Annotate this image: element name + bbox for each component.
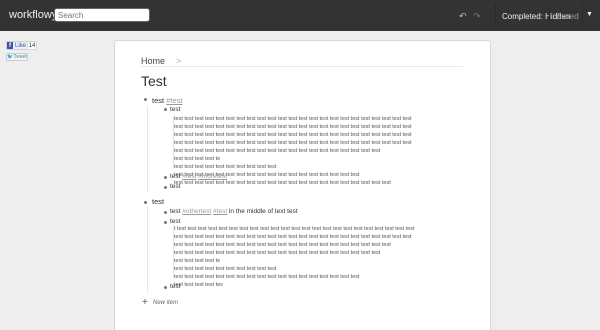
like-label: Like [15, 43, 27, 49]
list-item[interactable]: test #test #moretest [170, 173, 227, 180]
top-bar: workflowy ↶ ↷ Completed: Hidden Saved ▼ [0, 0, 600, 31]
outline-guide-line [147, 206, 148, 292]
facebook-like-button[interactable]: f Like [6, 41, 30, 50]
item-text: test [152, 96, 167, 105]
breadcrumb-home[interactable]: Home [141, 56, 165, 66]
item-note-line[interactable]: test test test test test test test test … [174, 116, 412, 122]
bullet-icon[interactable] [164, 108, 167, 111]
tag-link[interactable]: #test [166, 96, 182, 105]
item-note-line[interactable]: test test test test test test test test … [174, 180, 391, 186]
item-note-line[interactable]: test test test test test test test test … [174, 164, 276, 170]
toolbar-divider [495, 4, 496, 27]
like-count: 14 [27, 41, 37, 50]
item-note-line[interactable]: test test test test test test test test … [174, 234, 412, 240]
search-input[interactable] [54, 8, 150, 22]
item-note-line[interactable]: test test test test test test test test … [174, 124, 412, 130]
item-note-line[interactable]: test test test test test test test test … [174, 242, 391, 248]
plus-icon[interactable]: + [142, 297, 148, 308]
list-item[interactable]: test [170, 106, 180, 113]
tweet-button[interactable]: 🐦Tweet [6, 53, 28, 61]
tweet-label: Tweet [13, 54, 27, 60]
list-item[interactable]: test #othertest #test in the middle of t… [170, 208, 298, 215]
workflowy-logo[interactable]: workflowy [9, 9, 57, 21]
redo-icon[interactable]: ↷ [473, 11, 481, 22]
item-note-line[interactable]: test test test test test test test test … [174, 250, 380, 256]
outline-guide-line [147, 106, 148, 193]
tag-link[interactable]: #test [182, 173, 196, 180]
breadcrumb-arrow-icon: > [176, 56, 182, 66]
tag-link[interactable]: #othertest [182, 208, 211, 215]
new-item-button[interactable]: New item [153, 300, 178, 306]
tag-link[interactable]: #test [213, 208, 227, 215]
undo-icon[interactable]: ↶ [459, 11, 467, 22]
bullet-icon[interactable] [144, 201, 147, 204]
bullet-icon[interactable] [164, 176, 167, 179]
list-item[interactable]: test [170, 183, 180, 190]
item-text: test [170, 208, 183, 215]
list-item[interactable]: test [170, 218, 180, 225]
toolbar-divider [549, 4, 550, 27]
bullet-icon[interactable] [164, 211, 167, 214]
item-text: test [170, 173, 183, 180]
list-item[interactable]: test #test [152, 96, 182, 105]
item-note-line[interactable]: test test test test test test test test … [174, 274, 360, 280]
bullet-icon[interactable] [164, 286, 167, 289]
item-note-line[interactable]: t test test test test test test test tes… [174, 226, 415, 232]
bullet-icon[interactable] [164, 186, 167, 189]
item-note-line[interactable]: test test test test tes [174, 282, 223, 288]
page-title[interactable]: Test [141, 73, 167, 89]
dropdown-arrow-icon[interactable]: ▼ [586, 11, 593, 18]
item-text: in the middle of text test [227, 208, 298, 215]
list-item[interactable]: test [170, 283, 180, 290]
item-note-line[interactable]: test test test test test test test test … [174, 148, 380, 154]
list-item[interactable]: test [152, 197, 164, 206]
tag-link[interactable]: #moretest [198, 173, 227, 180]
item-note-line[interactable]: test test test test test test test test … [174, 140, 412, 146]
item-note-line[interactable]: test test test test te [174, 258, 220, 264]
breadcrumb-divider [141, 66, 463, 67]
bullet-icon[interactable] [164, 221, 167, 224]
saved-status: Saved [556, 12, 579, 21]
bullet-icon[interactable] [144, 98, 147, 101]
item-note-line[interactable]: test test test test test test test test … [174, 266, 276, 272]
item-note-line[interactable]: test test test test te [174, 156, 220, 162]
toolbar-divider [582, 4, 583, 27]
item-note-line[interactable]: test test test test test test test test … [174, 132, 412, 138]
